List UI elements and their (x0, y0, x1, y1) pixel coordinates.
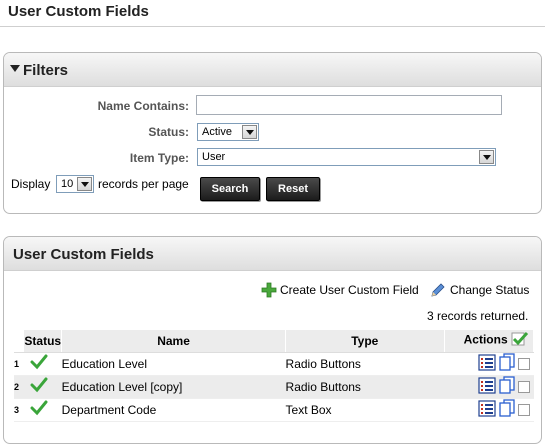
reset-button[interactable]: Reset (266, 177, 320, 201)
type-cell: Radio Buttons (285, 375, 445, 399)
item-type-select[interactable]: User (197, 148, 496, 166)
status-cell (23, 352, 62, 376)
actions-cell (444, 375, 534, 399)
actions-cell (444, 352, 534, 376)
status-column-header[interactable]: Status (23, 330, 63, 353)
filters-title: Filters (23, 62, 69, 79)
status-select[interactable]: Active (197, 123, 259, 141)
actions-label: Actions (463, 332, 508, 347)
details-list-icon[interactable] (477, 376, 496, 397)
row-number: 3 (14, 398, 24, 422)
name-contains-label: Name Contains: (97, 99, 189, 113)
name-cell[interactable]: Education Level (61, 352, 286, 376)
row-number: 2 (14, 375, 24, 399)
results-header: User Custom Fields (4, 237, 541, 271)
copy-icon[interactable] (498, 353, 516, 374)
create-custom-field-link[interactable]: Create User Custom Field (280, 283, 419, 297)
records-count: 3 records returned. (427, 309, 529, 323)
table-row: 2 Education Level [copy] Radio Buttons (14, 375, 534, 399)
display-label: Display (11, 177, 51, 191)
chevron-down-icon[interactable] (479, 150, 494, 164)
filters-header[interactable]: Filters (4, 53, 541, 87)
pencil-icon[interactable] (430, 282, 446, 301)
page-title: User Custom Fields (8, 3, 149, 20)
active-check-icon (30, 400, 48, 419)
collapse-caret-icon[interactable] (10, 65, 20, 72)
plus-icon[interactable] (261, 282, 277, 301)
filters-panel: Filters Name Contains: Status: Active It… (3, 52, 542, 214)
row-select-checkbox[interactable] (517, 357, 530, 370)
table-row: 1 Education Level Radio Buttons (14, 352, 534, 376)
name-contains-input[interactable] (196, 95, 502, 115)
type-column-header[interactable]: Type (285, 330, 445, 353)
results-title: User Custom Fields (13, 246, 154, 263)
change-status-link[interactable]: Change Status (450, 283, 529, 297)
active-check-icon (30, 377, 48, 396)
name-cell[interactable]: Education Level [copy] (61, 375, 286, 399)
per-page-label: records per page (98, 177, 189, 191)
item-type-label: Item Type: (129, 151, 189, 165)
actions-column-header: Actions (444, 330, 535, 353)
active-check-icon (30, 354, 48, 373)
name-column-header[interactable]: Name (61, 330, 287, 353)
table-header-row: Status Name Type Actions (14, 330, 535, 353)
search-button[interactable]: Search (200, 177, 260, 201)
status-label: Status: (148, 125, 189, 139)
custom-fields-table: Status Name Type Actions 1 Education Leve… (14, 330, 535, 422)
status-selected-value: Active (202, 126, 232, 138)
item-type-selected-value: User (202, 151, 226, 163)
rownum-header (14, 330, 25, 353)
records-per-page-select[interactable]: 10 (56, 175, 94, 193)
chevron-down-icon[interactable] (242, 125, 257, 139)
results-panel: User Custom Fields Create User Custom Fi… (3, 236, 542, 444)
title-divider (0, 26, 545, 27)
select-all-check-icon[interactable] (511, 331, 529, 350)
copy-icon[interactable] (498, 399, 516, 420)
type-cell: Radio Buttons (285, 352, 445, 376)
name-cell[interactable]: Department Code (61, 398, 286, 422)
status-cell (23, 375, 62, 399)
copy-icon[interactable] (498, 376, 516, 397)
row-number: 1 (14, 352, 24, 376)
status-cell (23, 398, 62, 422)
type-cell: Text Box (285, 398, 445, 422)
row-select-checkbox[interactable] (517, 380, 530, 393)
row-select-checkbox[interactable] (517, 403, 530, 416)
table-row: 3 Department Code Text Box (14, 398, 534, 422)
chevron-down-icon[interactable] (77, 177, 92, 191)
details-list-icon[interactable] (477, 399, 496, 420)
actions-cell (444, 398, 534, 422)
details-list-icon[interactable] (477, 353, 496, 374)
records-per-page-value: 10 (61, 178, 74, 190)
